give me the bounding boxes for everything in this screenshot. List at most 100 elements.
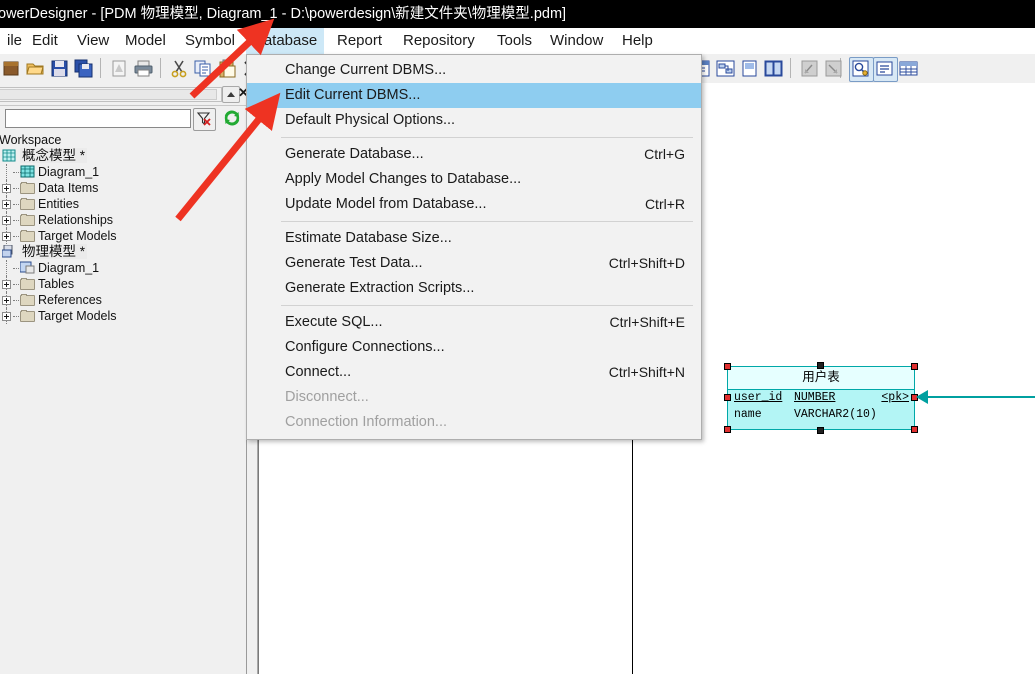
expand-icon[interactable] xyxy=(2,216,11,225)
menu-generate-database[interactable]: Generate Database... Ctrl+G xyxy=(247,142,701,167)
menu-apply-model-changes[interactable]: Apply Model Changes to Database... xyxy=(247,167,701,192)
expand-icon[interactable] xyxy=(2,200,11,209)
tree-node-tables[interactable]: Tables xyxy=(0,276,246,292)
browser-panel: ✕ Workspace 概念模型 *Diagram_1Da xyxy=(0,83,247,674)
menu-generate-test-data[interactable]: Generate Test Data... Ctrl+Shift+D xyxy=(247,251,701,276)
window-title: owerDesigner - [PDM 物理模型, Diagram_1 - D:… xyxy=(0,6,567,22)
resize-handle-n[interactable] xyxy=(817,362,824,369)
expand-icon[interactable] xyxy=(2,296,11,305)
print-preview-icon[interactable] xyxy=(110,59,129,78)
zoom-out-icon[interactable] xyxy=(800,59,819,78)
expand-icon[interactable] xyxy=(2,280,11,289)
result-list-icon[interactable] xyxy=(899,59,918,78)
resize-handle-nw[interactable] xyxy=(724,363,731,370)
menu-edit-current-dbms[interactable]: Edit Current DBMS... xyxy=(247,83,701,108)
cdm-model-icon xyxy=(2,149,17,162)
clear-filter-button[interactable] xyxy=(193,108,216,131)
tree-node-label: References xyxy=(38,293,102,307)
refresh-button[interactable] xyxy=(222,108,242,129)
tree-node-references[interactable]: References xyxy=(0,292,246,308)
table-column-type: NUMBER xyxy=(794,391,836,404)
reference-connector-line xyxy=(925,396,1035,398)
browser-icon[interactable] xyxy=(851,59,870,78)
tile-icon[interactable] xyxy=(764,59,783,78)
menu-view[interactable]: View xyxy=(70,28,116,54)
print-icon xyxy=(134,60,153,77)
menu-item-label: Update Model from Database... xyxy=(285,196,487,212)
output-icon[interactable] xyxy=(875,59,894,78)
folder-icon xyxy=(20,181,35,194)
menu-model[interactable]: Model xyxy=(118,28,173,54)
filter-input[interactable] xyxy=(5,109,191,128)
menu-configure-connections[interactable]: Configure Connections... xyxy=(247,335,701,360)
resize-handle-w[interactable] xyxy=(724,394,731,401)
table-symbol-user[interactable]: 用户表 user_id NUMBER <pk> name VARCHAR2(10) xyxy=(727,366,915,430)
menu-item-shortcut: Ctrl+G xyxy=(644,146,685,162)
scrollbar-thumb[interactable] xyxy=(0,89,217,100)
tree-node-data-items[interactable]: Data Items xyxy=(0,180,246,196)
menu-estimate-database-size[interactable]: Estimate Database Size... xyxy=(247,226,701,251)
resize-handle-s[interactable] xyxy=(817,427,824,434)
expand-icon[interactable] xyxy=(2,232,11,241)
menu-generate-extraction-scripts[interactable]: Generate Extraction Scripts... xyxy=(247,276,701,301)
tree-node-conceptual-model[interactable]: 概念模型 * xyxy=(0,148,246,164)
folder-icon xyxy=(20,309,35,322)
copy-icon xyxy=(194,60,211,77)
tree-node-cdm-target-models[interactable]: Target Models xyxy=(0,228,246,244)
menu-tools[interactable]: Tools xyxy=(490,28,539,54)
toolbar-separator xyxy=(160,58,161,78)
tree-node-label: 物理模型 * xyxy=(20,244,88,259)
diagram-icon xyxy=(716,60,735,77)
diagram-icon[interactable] xyxy=(716,59,735,78)
tree-node-label: Diagram_1 xyxy=(38,261,100,275)
menu-item-label: Generate Database... xyxy=(285,146,424,162)
menu-database[interactable]: Database xyxy=(246,28,325,54)
resize-handle-sw[interactable] xyxy=(724,426,731,433)
menu-edit[interactable]: Edit xyxy=(25,28,65,54)
menu-disconnect: Disconnect... xyxy=(247,385,701,410)
new-page-icon[interactable] xyxy=(740,59,759,78)
browser-scroll-row: ✕ xyxy=(0,83,246,105)
tree-node-physical-model[interactable]: 物理模型 * xyxy=(0,244,246,260)
menu-report[interactable]: Report xyxy=(330,28,389,54)
open-folder-icon[interactable] xyxy=(26,59,45,78)
expand-icon[interactable] xyxy=(2,312,11,321)
tree-node-cdm-diagram-1[interactable]: Diagram_1 xyxy=(0,164,246,180)
zoom-in-icon[interactable] xyxy=(824,59,843,78)
menu-item-label: Connect... xyxy=(285,364,352,380)
menu-symbol[interactable]: Symbol xyxy=(178,28,242,54)
new-icon xyxy=(3,61,19,76)
tree-node-relationships[interactable]: Relationships xyxy=(0,212,246,228)
tree-node-pdm-diagram-1[interactable]: Diagram_1 xyxy=(0,260,246,276)
browser-icon xyxy=(852,60,869,77)
resize-handle-ne[interactable] xyxy=(911,363,918,370)
menu-execute-sql[interactable]: Execute SQL... Ctrl+Shift+E xyxy=(247,310,701,335)
paste-icon[interactable] xyxy=(218,59,237,78)
toolbar-separator xyxy=(100,58,101,78)
zoom-out-icon xyxy=(801,60,818,77)
tree-node-pdm-target-models[interactable]: Target Models xyxy=(0,308,246,324)
cut-icon xyxy=(171,60,187,78)
save-all-icon xyxy=(74,59,93,78)
menu-connect[interactable]: Connect... Ctrl+Shift+N xyxy=(247,360,701,385)
menu-item-label: Apply Model Changes to Database... xyxy=(285,171,522,187)
menu-item-label: Edit Current DBMS... xyxy=(285,87,421,103)
menu-change-current-dbms[interactable]: Change Current DBMS... xyxy=(247,58,701,83)
expand-icon[interactable] xyxy=(2,184,11,193)
print-preview-icon xyxy=(112,60,126,77)
print-icon[interactable] xyxy=(134,59,153,78)
copy-icon[interactable] xyxy=(194,59,213,78)
new-icon[interactable] xyxy=(2,59,21,78)
tree-node-entities[interactable]: Entities xyxy=(0,196,246,212)
menu-update-model-from-database[interactable]: Update Model from Database... Ctrl+R xyxy=(247,192,701,217)
cut-icon[interactable] xyxy=(170,59,189,78)
menu-help[interactable]: Help xyxy=(615,28,660,54)
resize-handle-se[interactable] xyxy=(911,426,918,433)
table-symbol-title: 用户表 xyxy=(728,367,914,390)
save-all-icon[interactable] xyxy=(74,59,93,78)
menu-repository[interactable]: Repository xyxy=(396,28,482,54)
menu-default-physical-options[interactable]: Default Physical Options... xyxy=(247,108,701,133)
save-icon[interactable] xyxy=(50,59,69,78)
horizontal-scrollbar[interactable] xyxy=(0,87,222,102)
menu-window[interactable]: Window xyxy=(543,28,610,54)
